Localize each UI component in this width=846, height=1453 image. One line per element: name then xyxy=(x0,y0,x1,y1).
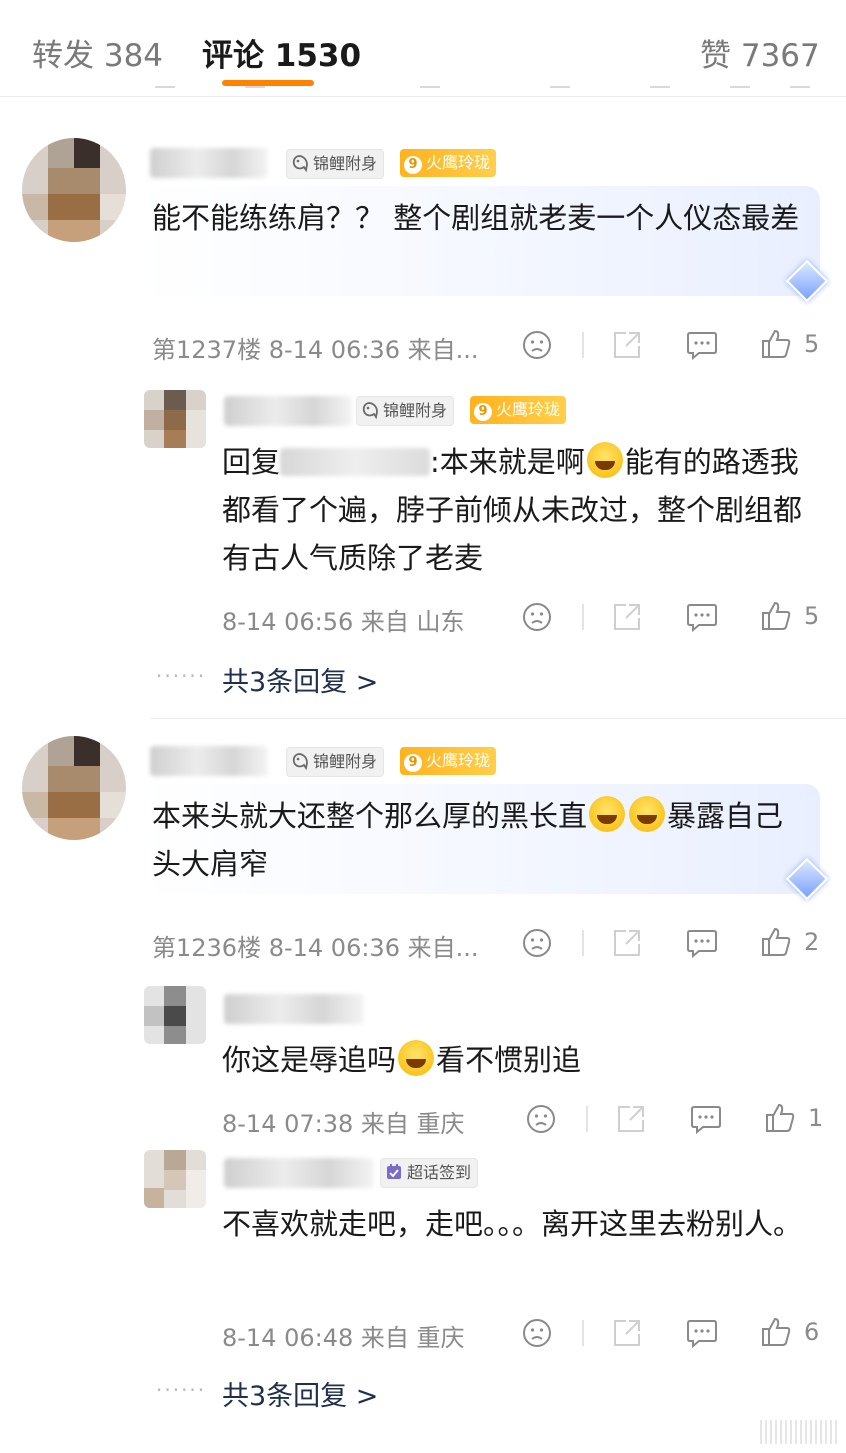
thumbs-up-icon[interactable] xyxy=(760,600,792,636)
comment-tabs: 转发 384 评论 1530 赞 7367 xyxy=(0,0,846,97)
laugh-cry-emoji-icon xyxy=(629,796,666,832)
reply-icon[interactable] xyxy=(690,1104,722,1138)
reply-icon[interactable] xyxy=(686,330,718,364)
dislike-face-icon[interactable] xyxy=(522,928,552,962)
username[interactable] xyxy=(150,148,268,178)
more-replies-link[interactable]: 共3条回复 > xyxy=(222,660,378,699)
share-icon[interactable] xyxy=(612,1318,642,1352)
fire-hawk-badge: 9 火鹰玲珑 xyxy=(400,747,497,775)
comment-meta: 第1237楼 8-14 06:36 来自... xyxy=(152,336,479,364)
reply-icon[interactable] xyxy=(686,602,718,636)
fire-hawk-badge: 9 火鹰玲珑 xyxy=(470,396,567,424)
reply-text: 你这是辱追吗 看不惯别追 xyxy=(222,1036,812,1084)
action-divider xyxy=(586,1106,588,1132)
koi-icon xyxy=(361,400,379,420)
more-dots-icon: ······ xyxy=(156,664,207,688)
reply-icon[interactable] xyxy=(686,928,718,962)
like-count: 2 xyxy=(804,928,820,956)
dislike-face-icon[interactable] xyxy=(526,1104,556,1138)
reply-meta: 8-14 07:38 来自 重庆 xyxy=(222,1110,465,1138)
fire-hawk-badge: 9 火鹰玲珑 xyxy=(400,149,497,177)
calendar-check-icon xyxy=(385,1162,403,1180)
comment-text: 能不能练练肩？？ 整个剧组就老麦一个人仪态最差 xyxy=(152,201,800,235)
username[interactable] xyxy=(224,1158,374,1188)
action-divider xyxy=(582,1320,584,1346)
reply-text: 不喜欢就走吧，走吧。。。离开这里去粉别人。 xyxy=(222,1207,803,1241)
share-icon[interactable] xyxy=(616,1104,646,1138)
like-count: 5 xyxy=(804,330,820,358)
koi-icon xyxy=(291,153,309,173)
comment-meta: 第1236楼 8-14 06:36 来自... xyxy=(152,934,479,962)
comment-divider xyxy=(150,718,846,719)
tab-repost[interactable]: 转发 384 xyxy=(32,30,163,75)
like-count: 5 xyxy=(804,602,820,630)
reply-meta: 8-14 06:48 来自 重庆 xyxy=(222,1324,465,1352)
comment-text: 本来头就大还整个那么厚的黑长直 暴露自己头大肩窄 xyxy=(152,792,802,888)
username[interactable] xyxy=(150,746,268,776)
avatar[interactable] xyxy=(144,1150,206,1208)
action-divider xyxy=(582,930,584,956)
action-divider xyxy=(582,604,584,630)
avatar[interactable] xyxy=(144,390,206,448)
level-icon: 9 xyxy=(404,754,422,772)
crying-emoji-icon xyxy=(398,1040,435,1076)
reply-meta: 8-14 06:56 来自 山东 xyxy=(222,608,465,636)
share-icon[interactable] xyxy=(612,602,642,636)
koi-badge: 锦鲤附身 xyxy=(286,149,385,179)
koi-badge: 锦鲤附身 xyxy=(356,396,455,426)
dislike-face-icon[interactable] xyxy=(522,1318,552,1352)
koi-badge: 锦鲤附身 xyxy=(286,747,385,777)
share-icon[interactable] xyxy=(612,928,642,962)
more-dots-icon: ······ xyxy=(156,1378,207,1402)
avatar[interactable] xyxy=(22,736,126,840)
share-icon[interactable] xyxy=(612,330,642,364)
thumbs-up-icon[interactable] xyxy=(764,1102,796,1138)
laugh-cry-emoji-icon xyxy=(586,442,623,478)
mentioned-user[interactable] xyxy=(280,448,431,476)
dislike-face-icon[interactable] xyxy=(522,602,552,636)
thumbs-up-icon[interactable] xyxy=(760,1316,792,1352)
laugh-cry-emoji-icon xyxy=(589,796,626,832)
thumbs-up-icon[interactable] xyxy=(760,926,792,962)
checkin-badge: 超话签到 xyxy=(380,1158,479,1188)
like-count: 1 xyxy=(808,1104,824,1132)
level-icon: 9 xyxy=(404,156,422,174)
avatar[interactable] xyxy=(144,986,206,1044)
username[interactable] xyxy=(224,994,364,1024)
reply-icon[interactable] xyxy=(686,1318,718,1352)
reply-text: 回复:本来就是啊 能有的路透我都看了个遍，脖子前倾从未改过，整个剧组都有古人气质除… xyxy=(222,438,812,582)
thumbs-up-icon[interactable] xyxy=(760,328,792,364)
avatar[interactable] xyxy=(22,138,126,242)
username[interactable] xyxy=(224,396,352,426)
more-replies-link[interactable]: 共3条回复 > xyxy=(222,1374,378,1413)
tab-comments[interactable]: 评论 1530 xyxy=(202,30,361,75)
tab-likes[interactable]: 赞 7367 xyxy=(700,30,820,75)
like-count: 6 xyxy=(804,1318,820,1346)
dislike-face-icon[interactable] xyxy=(522,330,552,364)
level-icon: 9 xyxy=(474,403,492,421)
koi-icon xyxy=(291,751,309,771)
action-divider xyxy=(582,332,584,358)
scroll-indicator xyxy=(760,1420,840,1444)
cut-off-previous-row xyxy=(150,80,846,96)
